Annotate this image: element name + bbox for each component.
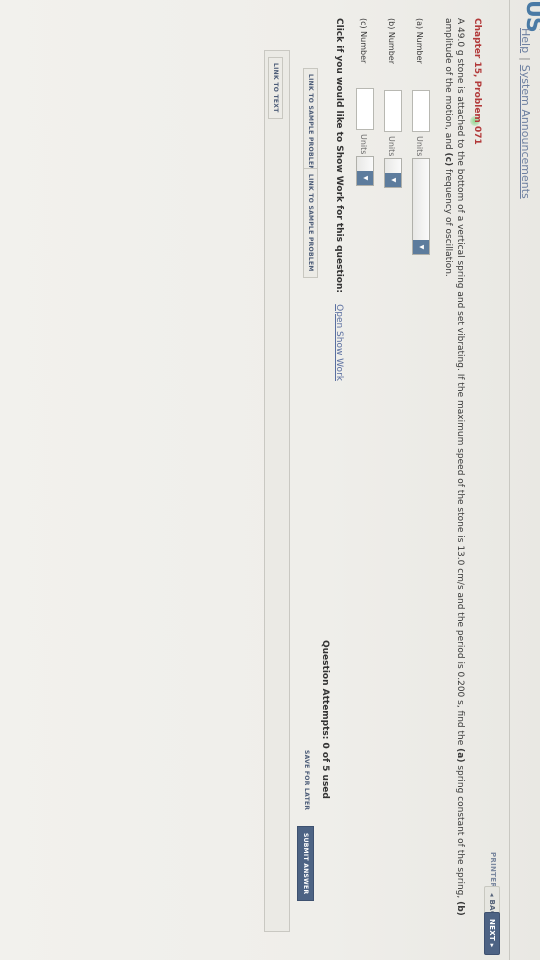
part-b-marker: (b) bbox=[455, 901, 465, 916]
link-to-text-button[interactable]: LINK TO TEXT bbox=[268, 57, 283, 119]
link-to-sample-problem-button-2[interactable]: LINK TO SAMPLE PROBLEM bbox=[303, 168, 318, 278]
open-show-work-link[interactable]: Open Show Work bbox=[334, 304, 344, 381]
show-work-row: Click if you would like to Show Work for… bbox=[334, 18, 344, 948]
answer-b-label: (b) Number bbox=[387, 18, 396, 64]
answer-row-b: (b) Number Units ▼ bbox=[378, 18, 402, 948]
chapter-title: Chapter 15, Problem 071 bbox=[472, 18, 482, 145]
answer-c-label: (c) Number bbox=[359, 18, 368, 64]
link-separator: | bbox=[519, 57, 532, 61]
question-attempts: Question Attempts: 0 of 5 used bbox=[320, 640, 330, 799]
next-button[interactable]: NEXT ▸ bbox=[484, 912, 500, 955]
question-content: Chapter 15, Problem 071 A 49.0 g stone i… bbox=[334, 18, 482, 948]
answer-row-a: (a) Number Units ▼ bbox=[406, 18, 430, 948]
system-announcements-link[interactable]: System Announcements bbox=[519, 65, 532, 199]
answer-a-number-input[interactable] bbox=[412, 90, 430, 132]
part-a-marker: (a) bbox=[455, 748, 465, 763]
answer-a-label: (a) Number bbox=[415, 18, 424, 64]
save-for-later-button[interactable]: SAVE FOR LATER bbox=[303, 750, 310, 810]
bottom-panel: LINK TO TEXT bbox=[264, 50, 290, 932]
problem-statement: A 49.0 g stone is attached to the bottom… bbox=[442, 18, 466, 948]
answer-b-number-input[interactable] bbox=[384, 90, 402, 132]
submit-answer-button[interactable]: SUBMIT ANSWER bbox=[297, 826, 314, 902]
answer-a-units-label: Units bbox=[415, 136, 424, 157]
dropdown-arrow-icon: ▼ bbox=[385, 173, 401, 187]
answer-b-units-label: Units bbox=[387, 136, 396, 157]
link-to-sample-problem-button-1[interactable]: LINK TO SAMPLE PROBLEM bbox=[303, 68, 318, 178]
top-bar: US Help | System Announcements bbox=[510, 0, 540, 960]
answer-row-c: (c) Number Units ▼ bbox=[350, 18, 374, 948]
answer-b-units-select[interactable]: ▼ bbox=[384, 158, 402, 188]
problem-text-3: amplitude of the motion, and bbox=[443, 18, 453, 153]
dropdown-arrow-icon: ▼ bbox=[413, 240, 429, 254]
problem-text-1: A 49.0 g stone is attached to the bottom… bbox=[455, 18, 465, 749]
show-work-prompt: Click if you would like to Show Work for… bbox=[334, 18, 344, 293]
top-links: Help | System Announcements bbox=[519, 28, 532, 199]
part-c-marker: (c) bbox=[443, 152, 453, 167]
help-link[interactable]: Help bbox=[519, 28, 532, 53]
logo: US bbox=[521, 0, 540, 32]
answer-a-units-select[interactable]: ▼ bbox=[412, 158, 430, 255]
dropdown-arrow-icon: ▼ bbox=[357, 171, 373, 185]
answer-c-units-select[interactable]: ▼ bbox=[356, 156, 374, 186]
answer-c-units-label: Units bbox=[359, 134, 368, 155]
header-divider bbox=[509, 0, 510, 960]
screen-frame: US Help|System Announcements PRINTER VER… bbox=[0, 0, 540, 960]
answer-c-number-input[interactable] bbox=[356, 88, 374, 130]
problem-text-4: frequency of oscillation. bbox=[443, 166, 453, 277]
problem-text-2: spring constant of the spring, bbox=[455, 762, 465, 902]
